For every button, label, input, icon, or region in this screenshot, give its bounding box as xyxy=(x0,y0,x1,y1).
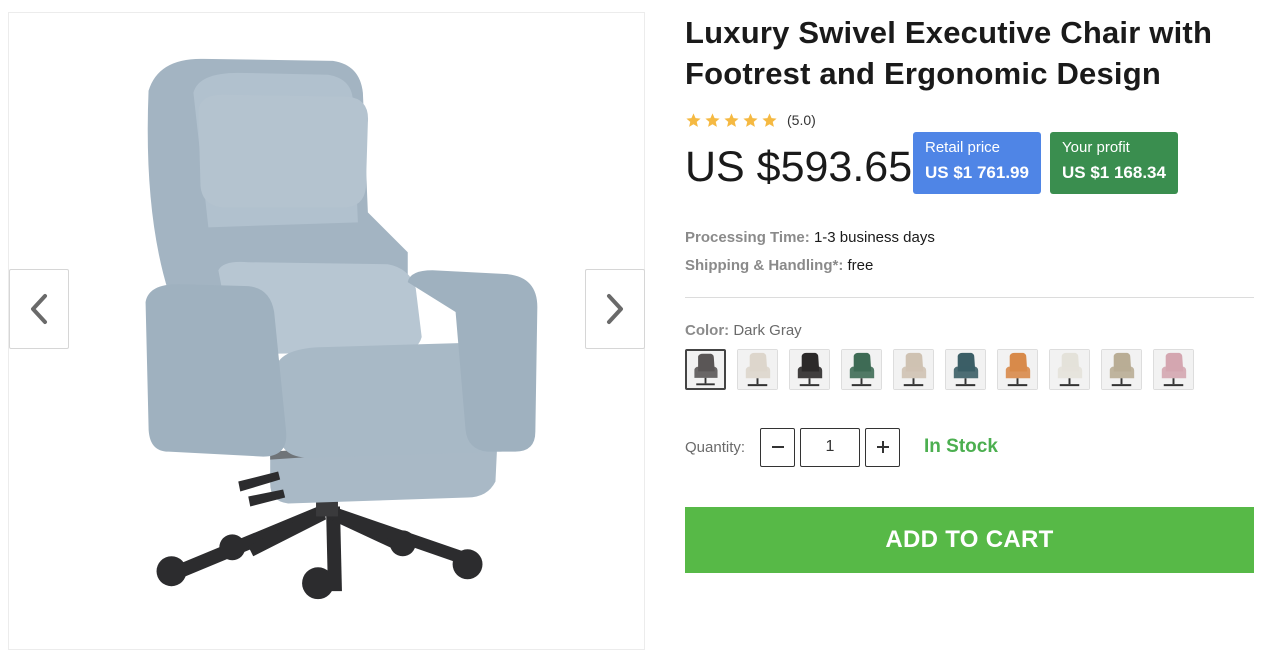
color-swatch-off-white[interactable] xyxy=(1049,349,1090,390)
color-swatch-khaki[interactable] xyxy=(1101,349,1142,390)
minus-icon xyxy=(771,446,784,448)
retail-price-badge: Retail price US $1 761.99 xyxy=(913,132,1041,194)
shipping-info: Processing Time: 1-3 business days Shipp… xyxy=(685,224,1255,280)
swatch-chair-thumbnail xyxy=(842,350,881,389)
star-icon xyxy=(762,112,777,127)
gallery-next-button[interactable] xyxy=(585,269,645,349)
product-image xyxy=(145,58,538,600)
chevron-right-icon xyxy=(607,294,623,324)
star-icon xyxy=(743,112,758,127)
color-swatch-orange[interactable] xyxy=(997,349,1038,390)
product-title: Luxury Swivel Executive Chair with Footr… xyxy=(685,15,1213,91)
color-swatch-black[interactable] xyxy=(789,349,830,390)
gallery-prev-button[interactable] xyxy=(9,269,69,349)
quantity-row: Quantity: In Stock xyxy=(685,427,1255,467)
swatch-chair-thumbnail xyxy=(998,350,1037,389)
color-swatch-cream[interactable] xyxy=(737,349,778,390)
swatch-chair-thumbnail xyxy=(687,351,724,388)
rating-value: (5.0) xyxy=(787,112,816,128)
swatch-chair-thumbnail xyxy=(738,350,777,389)
retail-price-value: US $1 761.99 xyxy=(925,163,1029,182)
processing-time: Processing Time: 1-3 business days xyxy=(685,224,1255,252)
quantity-label: Quantity: xyxy=(685,438,746,456)
swatch-chair-thumbnail xyxy=(1102,350,1141,389)
stock-status: In Stock xyxy=(924,436,998,457)
swatch-chair-thumbnail xyxy=(790,350,829,389)
color-selected-value: Dark Gray xyxy=(733,322,802,339)
swatch-chair-thumbnail xyxy=(1154,350,1193,389)
processing-time-value: 1-3 business days xyxy=(813,229,935,246)
swatch-chair-thumbnail xyxy=(894,350,933,389)
color-label: Color: xyxy=(685,322,730,339)
quantity-input[interactable] xyxy=(800,427,860,467)
star-icon xyxy=(686,112,701,127)
color-swatch-green[interactable] xyxy=(841,349,882,390)
color-swatches xyxy=(685,349,1255,390)
shipping-value: free xyxy=(847,257,874,274)
color-swatch-beige[interactable] xyxy=(893,349,934,390)
chevron-left-icon xyxy=(31,294,47,324)
color-selector: Color: Dark Gray xyxy=(685,322,1255,390)
star-icon xyxy=(724,112,739,127)
color-swatch-pink[interactable] xyxy=(1153,349,1194,390)
product-info: Luxury Swivel Executive Chair with Footr… xyxy=(685,12,1255,573)
profit-badge: Your profit US $1 168.34 xyxy=(1050,132,1178,194)
quantity-increase-button[interactable] xyxy=(865,427,900,467)
product-gallery xyxy=(8,12,645,650)
rating: (5.0) xyxy=(685,111,1255,129)
plus-icon xyxy=(876,441,889,453)
price-row: US $593.65 Retail price US $1 761.99 You… xyxy=(685,132,1255,194)
rating-stars xyxy=(685,112,778,129)
retail-price-label: Retail price xyxy=(925,139,1001,156)
color-swatch-teal[interactable] xyxy=(945,349,986,390)
product-price: US $593.65 xyxy=(685,143,913,191)
swatch-chair-thumbnail xyxy=(1050,350,1089,389)
quantity-decrease-button[interactable] xyxy=(760,427,795,467)
divider xyxy=(685,297,1254,298)
add-to-cart-button[interactable]: ADD TO CART xyxy=(685,507,1254,573)
shipping-handling: Shipping & Handling*: free xyxy=(685,252,1255,280)
color-swatch-dark-gray[interactable] xyxy=(685,349,726,390)
profit-label: Your profit xyxy=(1062,139,1130,156)
shipping-label: Shipping & Handling*: xyxy=(685,257,844,274)
processing-time-label: Processing Time: xyxy=(685,229,810,246)
swatch-chair-thumbnail xyxy=(946,350,985,389)
star-icon xyxy=(705,112,720,127)
profit-value: US $1 168.34 xyxy=(1062,163,1166,182)
